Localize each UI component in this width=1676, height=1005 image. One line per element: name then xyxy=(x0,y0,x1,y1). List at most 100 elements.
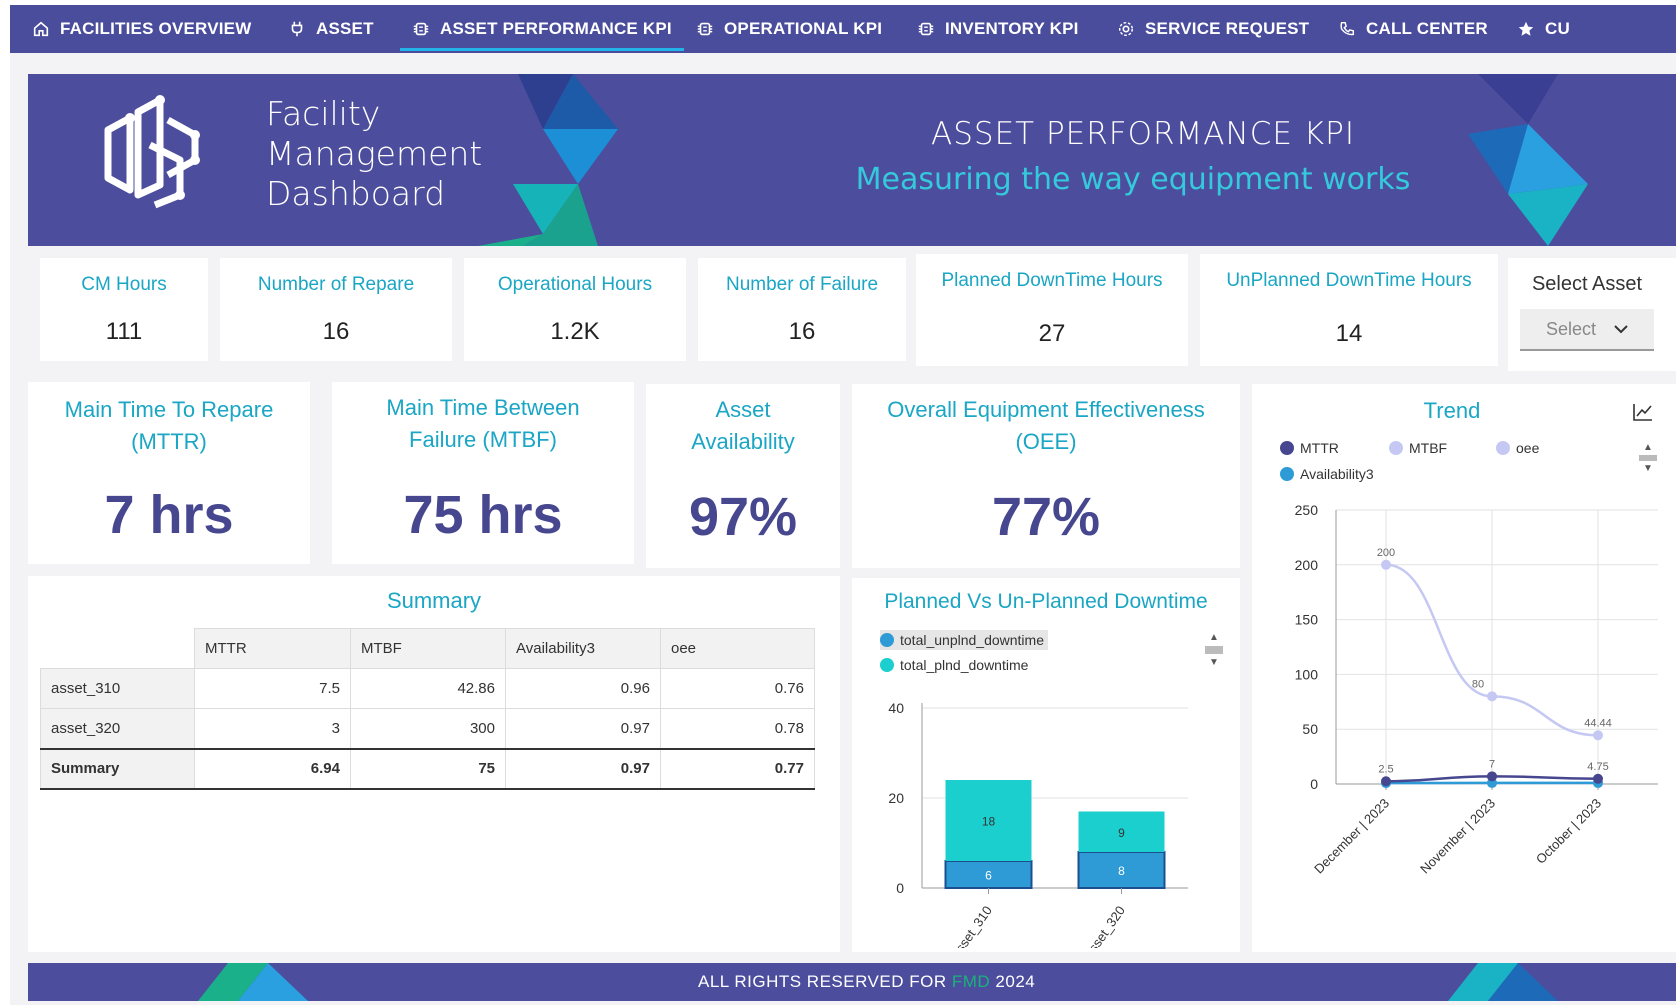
legend-marker xyxy=(1280,467,1294,481)
legend-marker xyxy=(1280,441,1294,455)
scroll-thumb[interactable] xyxy=(1205,646,1223,654)
legend-marker xyxy=(1389,441,1403,455)
point-data-label: 7 xyxy=(1489,758,1495,770)
kpi-number-of-failure: Number of Failure 16 xyxy=(698,258,906,361)
kpi-mtbf: Main Time Between Failure (MTBF) 75 hrs xyxy=(332,382,634,564)
point-data-label: 44.44 xyxy=(1584,717,1612,729)
kpi-title-line: Asset xyxy=(715,397,771,422)
legend-item-mtbf[interactable]: MTBF xyxy=(1389,440,1447,456)
row-header: asset_310 xyxy=(40,668,195,709)
legend-label: Availability3 xyxy=(1300,466,1374,482)
nav-asset-performance-kpi[interactable]: ASSET PERFORMANCE KPI xyxy=(400,5,684,53)
chart-type-icon[interactable] xyxy=(1632,402,1654,422)
kpi-label: CM Hours xyxy=(81,274,167,295)
chart-title: Planned Vs Un-Planned Downtime xyxy=(884,590,1208,613)
legend-item-availability3[interactable]: Availability3 xyxy=(1280,466,1374,482)
y-tick-label: 0 xyxy=(896,880,904,896)
nav-label: CALL CENTER xyxy=(1366,19,1488,38)
chip-icon xyxy=(697,22,713,36)
kpi-oee: Overall Equipment Effectiveness (OEE) 77… xyxy=(852,384,1240,568)
nav-label: SERVICE REQUEST xyxy=(1145,19,1310,38)
table-corner xyxy=(40,628,195,669)
kpi-title: Main Time Between Failure (MTBF) xyxy=(332,392,634,456)
y-tick-label: 50 xyxy=(1302,721,1318,737)
chart-title: Trend xyxy=(1423,398,1481,423)
scroll-up-icon[interactable]: ▲ xyxy=(1643,442,1653,453)
nav-cu[interactable]: CU xyxy=(1517,5,1570,53)
legend-label: oee xyxy=(1516,440,1540,456)
x-tick-label: asset_320 xyxy=(1081,903,1128,948)
point-data-label: 80 xyxy=(1472,678,1484,690)
footer-brand: FMD xyxy=(951,972,991,991)
nav-inventory-kpi[interactable]: INVENTORY KPI xyxy=(917,5,1079,53)
legend-scroll[interactable]: ▲ ▼ xyxy=(1638,442,1658,474)
table-cell: 6.94 xyxy=(194,747,351,790)
table-row: asset_310 7.5 42.86 0.96 0.76 xyxy=(40,668,815,709)
kpi-title-line: Main Time Between xyxy=(386,395,580,420)
chip-icon xyxy=(413,22,429,36)
nav-asset[interactable]: ASSET xyxy=(288,5,374,53)
kpi-label: Operational Hours xyxy=(497,274,653,295)
kpi-big-value: 97% xyxy=(688,487,798,547)
legend-item-oee[interactable]: oee xyxy=(1496,440,1539,456)
nav-label: OPERATIONAL KPI xyxy=(724,19,883,38)
y-tick-label: 250 xyxy=(1295,502,1319,518)
scroll-down-icon[interactable]: ▼ xyxy=(1643,463,1653,474)
legend-item-unplanned[interactable]: total_unplnd_downtime xyxy=(880,630,1048,650)
series-point xyxy=(1593,773,1603,784)
legend-item-mttr[interactable]: MTTR xyxy=(1280,440,1339,456)
home-icon xyxy=(33,21,49,37)
legend-label: MTTR xyxy=(1300,440,1339,456)
scroll-thumb[interactable] xyxy=(1639,455,1657,461)
page-subtitle: Measuring the way equipment works xyxy=(855,162,1411,197)
footer: ALL RIGHTS RESERVED FOR FMD 2024 xyxy=(28,963,1676,1001)
column-header[interactable]: MTTR xyxy=(194,628,351,669)
kpi-value: 27 xyxy=(1038,320,1066,347)
summary-table: MTTR MTBF Availability3 oee asset_310 7.… xyxy=(40,628,815,790)
y-tick-label: 100 xyxy=(1295,666,1319,682)
trend-chart-panel: Trend MTTR MTBF oee Availability3 ▲ ▼ 0 5… xyxy=(1252,384,1676,952)
table-cell: 300 xyxy=(350,708,506,749)
kpi-cm-hours: CM Hours 111 xyxy=(40,258,208,361)
scroll-up-icon[interactable]: ▲ xyxy=(1209,632,1219,643)
column-header[interactable]: Availability3 xyxy=(505,628,661,669)
legend-scroll[interactable]: ▲ ▼ xyxy=(1204,632,1224,668)
nav-operational-kpi[interactable]: OPERATIONAL KPI xyxy=(696,5,882,53)
series-point xyxy=(1593,730,1603,741)
scroll-down-icon[interactable]: ▼ xyxy=(1209,657,1219,668)
kpi-title-line: (MTTR) xyxy=(131,429,207,454)
series-point xyxy=(1487,691,1497,702)
nav-call-center[interactable]: CALL CENTER xyxy=(1338,5,1488,53)
legend-item-planned[interactable]: total_plnd_downtime xyxy=(880,657,1028,673)
table-cell: 0.78 xyxy=(660,708,815,749)
nav-label: CU xyxy=(1545,19,1570,38)
footer-prefix: ALL RIGHTS RESERVED FOR xyxy=(698,972,947,991)
nav-service-request[interactable]: SERVICE REQUEST xyxy=(1117,5,1309,53)
select-asset-label: Select Asset xyxy=(1531,273,1643,295)
table-header-row: MTTR MTBF Availability3 oee xyxy=(40,628,815,669)
table-cell: 0.97 xyxy=(505,708,661,749)
summary-panel: Summary MTTR MTBF Availability3 oee asse… xyxy=(28,576,840,952)
series-point xyxy=(1381,559,1391,570)
kpi-label: Number of Failure xyxy=(725,274,879,295)
column-header[interactable]: MTBF xyxy=(350,628,506,669)
point-data-label: 4.75 xyxy=(1587,761,1608,773)
kpi-label: UnPlanned DownTime Hours xyxy=(1226,270,1472,291)
asset-select[interactable]: Select xyxy=(1520,309,1654,351)
kpi-operational-hours: Operational Hours 1.2K xyxy=(464,258,686,361)
table-cell: 0.97 xyxy=(505,747,661,790)
kpi-title: Asset Availability xyxy=(646,394,840,458)
table-cell: 0.77 xyxy=(660,747,815,790)
chip-icon xyxy=(918,22,934,36)
y-tick-label: 0 xyxy=(1310,776,1318,792)
bar-data-label: 18 xyxy=(982,815,996,829)
kpi-planned-downtime: Planned DownTime Hours 27 xyxy=(916,254,1188,366)
kpi-value: 1.2K xyxy=(550,318,600,345)
kpi-big-value: 75 hrs xyxy=(403,485,563,545)
kpi-big-value: 7 hrs xyxy=(104,485,234,545)
summary-title: Summary xyxy=(386,588,482,613)
nav-label: FACILITIES OVERVIEW xyxy=(60,19,252,38)
kpi-value: 14 xyxy=(1335,320,1363,347)
column-header[interactable]: oee xyxy=(660,628,815,669)
nav-facilities-overview[interactable]: FACILITIES OVERVIEW xyxy=(32,5,251,53)
